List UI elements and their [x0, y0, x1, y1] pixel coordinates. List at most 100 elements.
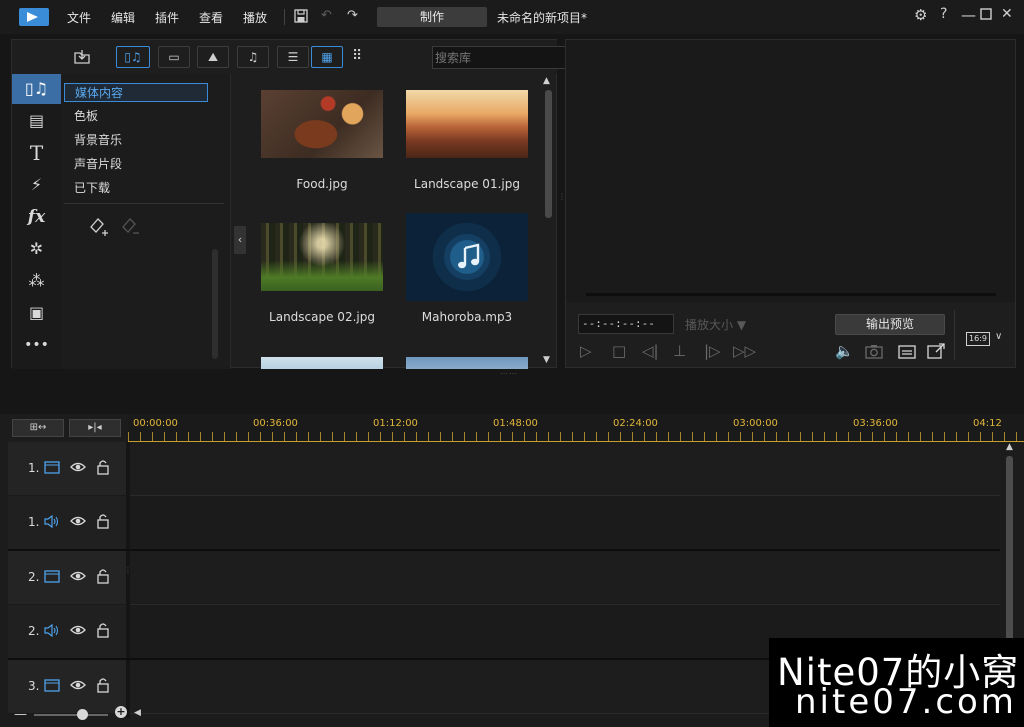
- menu-plugins[interactable]: 插件: [155, 9, 179, 26]
- output-preview-button[interactable]: 输出预览: [835, 314, 945, 335]
- minimize-icon[interactable]: —: [961, 6, 976, 24]
- tree-item-media-content[interactable]: 媒体内容: [64, 83, 208, 102]
- transition-room-button[interactable]: ⚡: [12, 170, 61, 200]
- tree-item-sound-clips[interactable]: 声音片段: [64, 155, 208, 174]
- track-lane-video-1[interactable]: [130, 442, 1000, 496]
- pip-room-button[interactable]: ✲: [12, 234, 61, 264]
- filter-video-button[interactable]: ▭: [158, 46, 190, 68]
- grid-view-button[interactable]: ▦: [311, 46, 343, 68]
- effects-room-button[interactable]: fx: [12, 202, 61, 232]
- fit-timeline-button[interactable]: ▸|◂: [69, 419, 121, 437]
- media-item-landscape-01[interactable]: Landscape 01.jpg: [406, 90, 528, 191]
- settings-icon[interactable]: ⚙: [914, 6, 927, 24]
- timecode-display[interactable]: --:--:--:--: [578, 314, 674, 334]
- track-header-video-1[interactable]: 1.: [8, 442, 126, 496]
- media-item-partial[interactable]: [261, 357, 383, 369]
- filter-all-media-button[interactable]: ▯♫: [116, 46, 150, 68]
- text-room-button[interactable]: T: [12, 138, 61, 168]
- scroll-left-arrow-icon[interactable]: ◀: [134, 708, 141, 718]
- media-room-button[interactable]: ▯♫: [12, 74, 68, 104]
- zoom-slider-knob[interactable]: [77, 709, 88, 720]
- produce-button[interactable]: 制作: [377, 7, 487, 27]
- tree-item-color-board[interactable]: 色板: [64, 107, 208, 126]
- filter-audio-button[interactable]: ♫: [237, 46, 269, 68]
- undock-icon[interactable]: [927, 343, 945, 359]
- menu-file[interactable]: 文件: [67, 9, 91, 26]
- stop-icon[interactable]: □: [612, 342, 626, 360]
- video-track-icon: [44, 679, 60, 692]
- collapse-tree-button[interactable]: ‹: [234, 226, 246, 254]
- scroll-up-arrow-icon[interactable]: ▲: [543, 76, 550, 86]
- help-icon[interactable]: ?: [940, 6, 947, 22]
- menu-view[interactable]: 查看: [199, 9, 223, 26]
- eye-icon[interactable]: [70, 513, 86, 529]
- track-number: 1.: [28, 461, 40, 475]
- lock-icon[interactable]: [96, 622, 110, 638]
- track-lane-audio-1[interactable]: [130, 496, 1000, 550]
- tree-scrollbar[interactable]: [212, 249, 218, 359]
- eye-icon[interactable]: [70, 568, 86, 584]
- more-rooms-button[interactable]: •••: [12, 330, 61, 360]
- list-view-button[interactable]: ☰: [277, 46, 309, 68]
- playback-size-dropdown[interactable]: 播放大小 ▼: [685, 316, 746, 333]
- next-frame-icon[interactable]: |▷: [704, 342, 721, 360]
- panel-splitter[interactable]: ⋮: [558, 193, 566, 201]
- maximize-icon[interactable]: [980, 8, 992, 20]
- aspect-ratio-button[interactable]: 16:9: [966, 332, 990, 346]
- tree-item-downloaded[interactable]: 已下载: [64, 179, 208, 198]
- track-header-audio-1[interactable]: 1.: [8, 496, 126, 550]
- track-header-video-2[interactable]: 2.: [8, 551, 126, 605]
- track-manager-button[interactable]: ⊞↔: [12, 419, 64, 437]
- media-item-landscape-02[interactable]: Landscape 02.jpg: [261, 223, 383, 324]
- zoom-out-icon[interactable]: —: [14, 707, 27, 722]
- menu-edit[interactable]: 编辑: [111, 9, 135, 26]
- undo-icon[interactable]: ↶: [321, 8, 332, 23]
- remove-tag-icon[interactable]: [119, 215, 141, 237]
- title-room-button[interactable]: ▤: [12, 106, 61, 136]
- add-tag-icon[interactable]: [87, 215, 109, 237]
- timeline-ruler[interactable]: 00:00:00 00:36:00 01:12:00 01:48:00 02:2…: [128, 414, 1024, 442]
- eye-icon[interactable]: [70, 459, 86, 475]
- chevron-down-icon[interactable]: ∨: [995, 331, 1002, 342]
- track-lane-video-2[interactable]: [130, 551, 1000, 605]
- snapshot-icon[interactable]: [865, 344, 883, 359]
- subtitle-toggle-icon[interactable]: [898, 345, 916, 359]
- lock-icon[interactable]: [96, 459, 110, 475]
- import-media-icon[interactable]: [73, 48, 91, 66]
- media-item-mahoroba[interactable]: Mahoroba.mp3: [406, 213, 528, 324]
- scrollbar-thumb[interactable]: [1006, 456, 1013, 666]
- particle-icon: ⁂: [28, 271, 45, 290]
- track-header-audio-2[interactable]: 2.: [8, 605, 126, 659]
- particle-room-button[interactable]: ⁂: [12, 266, 61, 296]
- scrollbar-thumb[interactable]: [545, 90, 552, 218]
- close-icon[interactable]: ✕: [1001, 6, 1013, 22]
- redo-icon[interactable]: ↷: [347, 8, 358, 23]
- lock-icon[interactable]: [96, 677, 110, 693]
- filter-image-button[interactable]: ⛰: [197, 46, 229, 68]
- volume-icon[interactable]: 🔈: [835, 342, 854, 360]
- eye-icon[interactable]: [70, 622, 86, 638]
- scroll-down-arrow-icon[interactable]: ▼: [543, 355, 550, 365]
- chapter-room-button[interactable]: ▣: [12, 298, 61, 328]
- lock-icon[interactable]: [96, 513, 110, 529]
- menu-playback[interactable]: 播放: [243, 9, 267, 26]
- zoom-slider-track[interactable]: [34, 714, 108, 716]
- play-icon[interactable]: ▷: [580, 342, 592, 360]
- media-item-food[interactable]: Food.jpg: [261, 90, 383, 191]
- media-grid-scrollbar[interactable]: ▲ ▼: [541, 74, 555, 368]
- split-icon[interactable]: ⊥: [673, 342, 686, 360]
- preview-seek-bar[interactable]: [586, 293, 996, 296]
- panel-splitter[interactable]: ⋯⋯: [500, 369, 518, 378]
- more-grid-icon[interactable]: ⠿: [352, 48, 362, 64]
- scroll-up-arrow-icon[interactable]: ▲: [1006, 442, 1013, 452]
- tree-item-background-music[interactable]: 背景音乐: [64, 131, 208, 150]
- zoom-in-icon[interactable]: +: [115, 706, 127, 718]
- save-icon[interactable]: [294, 9, 308, 23]
- media-item-partial[interactable]: [406, 357, 528, 369]
- track-resize-handle[interactable]: ⋮: [124, 567, 133, 575]
- fast-forward-icon[interactable]: ▷▷: [733, 342, 756, 360]
- previous-frame-icon[interactable]: ◁|: [642, 342, 659, 360]
- eye-icon[interactable]: [70, 677, 86, 693]
- app-logo: [19, 8, 49, 26]
- lock-icon[interactable]: [96, 568, 110, 584]
